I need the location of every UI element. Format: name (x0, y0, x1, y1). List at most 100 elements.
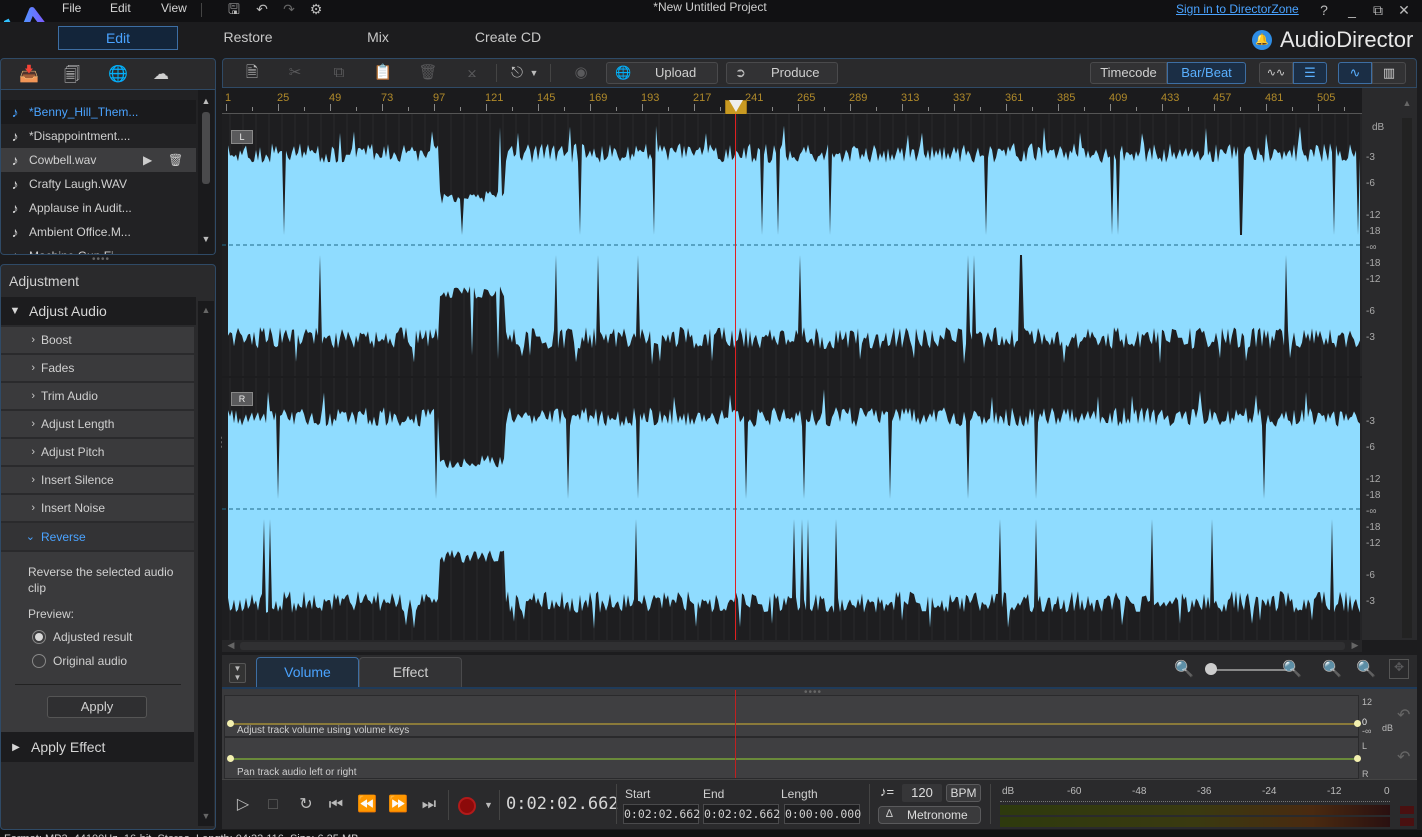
adjust-item-boost[interactable]: › Boost (1, 327, 194, 354)
delete-item-icon[interactable]: 🗑 (168, 153, 183, 167)
multitrack-view-icon[interactable]: ☰ (1293, 62, 1327, 84)
paste-icon[interactable]: 📋 (372, 63, 394, 83)
menu-file[interactable]: File (62, 1, 81, 15)
settings-gear-icon[interactable]: ⚙ (307, 1, 325, 17)
tempo-field[interactable]: 120 (902, 784, 942, 802)
produce-button[interactable]: ➲ Produce (726, 62, 838, 84)
close-icon[interactable]: ✕ (1393, 1, 1415, 19)
metronome-button[interactable]: Metronome (878, 806, 981, 824)
adjust-item-adjust-length[interactable]: › Adjust Length (1, 411, 194, 438)
play-icon[interactable]: ▷ (232, 794, 254, 816)
library-item[interactable]: ♪ Crafty Laugh.WAV (1, 172, 196, 196)
go-to-start-icon[interactable]: ⏮ (325, 794, 347, 816)
mode-tab-edit[interactable]: Edit (58, 26, 178, 50)
preview-play-icon[interactable]: ▶ (143, 153, 152, 167)
menu-edit[interactable]: Edit (110, 1, 131, 15)
notification-bell-icon[interactable]: 🔔 (1252, 30, 1272, 50)
dropdown-arrow-icon[interactable]: ▼ (528, 63, 540, 83)
radio-original-audio[interactable] (32, 654, 46, 668)
start-time-field[interactable]: 0:02:02.662 (623, 804, 700, 824)
pan-keyframe-end[interactable] (1354, 755, 1361, 762)
library-item[interactable]: ♪ Applause in Audit... (1, 196, 196, 220)
record-button[interactable] (458, 797, 476, 815)
redo-icon[interactable]: ↷ (280, 1, 298, 17)
zoom-slider[interactable] (1207, 669, 1287, 671)
adjust-item-reverse[interactable]: ⌄ Reverse (1, 523, 194, 550)
adjust-item-adjust-pitch[interactable]: › Adjust Pitch (1, 439, 194, 466)
library-item[interactable]: ♪ *Benny_Hill_Them... (1, 100, 196, 124)
scroll-up-icon[interactable]: ▲ (1400, 98, 1414, 108)
rewind-icon[interactable]: ⏪ (356, 794, 378, 816)
pan-keyframe-start[interactable] (227, 755, 234, 762)
zoom-out-vertical-icon[interactable]: 🔍 (1319, 659, 1345, 681)
radio-adjusted-result[interactable] (32, 630, 46, 644)
zoom-out-horizontal-icon[interactable]: 🔍 (1171, 659, 1197, 681)
waveform-view-icon[interactable]: ∿∿ (1259, 62, 1293, 84)
cut-icon[interactable]: ✂ (284, 63, 306, 83)
library-item[interactable]: ♪ Ambient Office.M... (1, 220, 196, 244)
adjust-item-insert-noise[interactable]: › Insert Noise (1, 495, 194, 522)
cloud-icon[interactable]: ☁ (149, 64, 173, 84)
fast-forward-icon[interactable]: ⏩ (387, 794, 409, 816)
vertical-zoom-scrollbar[interactable]: ▲ (1402, 98, 1412, 638)
repeat-icon[interactable]: ↻ (295, 794, 317, 816)
restore-icon[interactable]: ⧉ (1367, 1, 1389, 19)
scroll-right-icon[interactable]: ▶ (1350, 640, 1360, 651)
record-options-dropdown-icon[interactable]: ▼ (484, 800, 493, 810)
adjust-audio-header[interactable]: ▼ Adjust Audio (1, 297, 196, 325)
waveform-track-right[interactable]: R (222, 378, 1362, 640)
barbeat-toggle[interactable]: Bar/Beat (1167, 62, 1246, 84)
library-scrollbar[interactable]: ▲ ▼ (198, 90, 214, 254)
scroll-up-icon[interactable]: ▲ (198, 96, 214, 106)
timecode-toggle[interactable]: Timecode (1090, 62, 1167, 84)
menu-view[interactable]: View (161, 1, 187, 15)
fit-to-window-icon[interactable]: ✥ (1389, 659, 1409, 679)
import-media-icon[interactable]: 📥 (17, 64, 41, 84)
scroll-thumb[interactable] (240, 642, 1345, 650)
web-import-icon[interactable]: 🌐 (106, 64, 130, 84)
radio-adjusted-result-label[interactable]: Adjusted result (53, 630, 132, 644)
pan-lane[interactable]: Pan track audio left or right (224, 737, 1361, 779)
go-to-end-icon[interactable]: ⏭ (418, 794, 440, 816)
properties-icon[interactable]: 🗎 (241, 63, 263, 83)
volume-keyframe-end[interactable] (1354, 720, 1361, 727)
spectrum-display-icon[interactable]: ▥ (1372, 62, 1406, 84)
scroll-thumb[interactable] (202, 112, 210, 184)
bpm-button[interactable]: BPM (946, 784, 981, 802)
timeline-ruler[interactable]: 1 25 49 73 97 121 145 169 193 217 241 265 289 313 337 3… (222, 88, 1387, 114)
minimize-icon[interactable]: _ (1341, 1, 1363, 19)
delete-icon[interactable]: 🗑 (417, 63, 439, 83)
zoom-slider-knob[interactable] (1205, 663, 1217, 675)
undo-icon[interactable]: ↶ (253, 1, 271, 17)
scroll-down-icon[interactable]: ▼ (198, 234, 214, 244)
mode-tab-create-cd[interactable]: Create CD (448, 26, 568, 50)
zoom-in-horizontal-icon[interactable]: 🔍 (1279, 659, 1305, 681)
library-item[interactable]: ♪ Cowbell.wav ▶ 🗑 (1, 148, 196, 172)
library-item[interactable]: ♪ *Disappointment.... (1, 124, 196, 148)
collapse-panel-icon[interactable]: ▼ ▼ (229, 663, 246, 683)
mode-tab-mix[interactable]: Mix (318, 26, 438, 50)
length-time-field[interactable]: 0:00:00.000 (784, 804, 861, 824)
stop-icon[interactable]: □ (262, 794, 284, 816)
insert-marker-icon[interactable]: ⎋ (506, 63, 528, 83)
help-icon[interactable]: ? (1313, 1, 1335, 19)
volume-lane[interactable]: Adjust track volume using volume keys (224, 695, 1361, 737)
save-icon[interactable]: 🖫 (225, 1, 243, 17)
playhead-handle-icon[interactable] (729, 100, 743, 112)
scroll-left-icon[interactable]: ◀ (226, 640, 236, 651)
apply-effect-header[interactable]: ▶ Apply Effect (1, 732, 194, 762)
scroll-up-icon[interactable]: ▲ (198, 305, 214, 315)
reset-volume-icon[interactable]: ↶ (1397, 705, 1410, 725)
clip-indicator-right[interactable] (1400, 818, 1414, 826)
timeline-scrollbar[interactable]: ◀ ▶ (222, 640, 1362, 652)
clip-indicator-left[interactable] (1400, 806, 1414, 814)
crop-icon[interactable]: ⨲ (461, 63, 483, 83)
apply-button[interactable]: Apply (47, 696, 147, 718)
adjustment-scrollbar[interactable]: ▲ ▼ (198, 301, 214, 826)
adjust-item-fades[interactable]: › Fades (1, 355, 194, 382)
zoom-in-vertical-icon[interactable]: 🔍 (1353, 659, 1379, 681)
volume-keyframe-start[interactable] (227, 720, 234, 727)
radio-original-audio-label[interactable]: Original audio (53, 654, 127, 668)
tab-volume[interactable]: Volume (256, 657, 359, 687)
mode-tab-restore[interactable]: Restore (188, 26, 308, 50)
